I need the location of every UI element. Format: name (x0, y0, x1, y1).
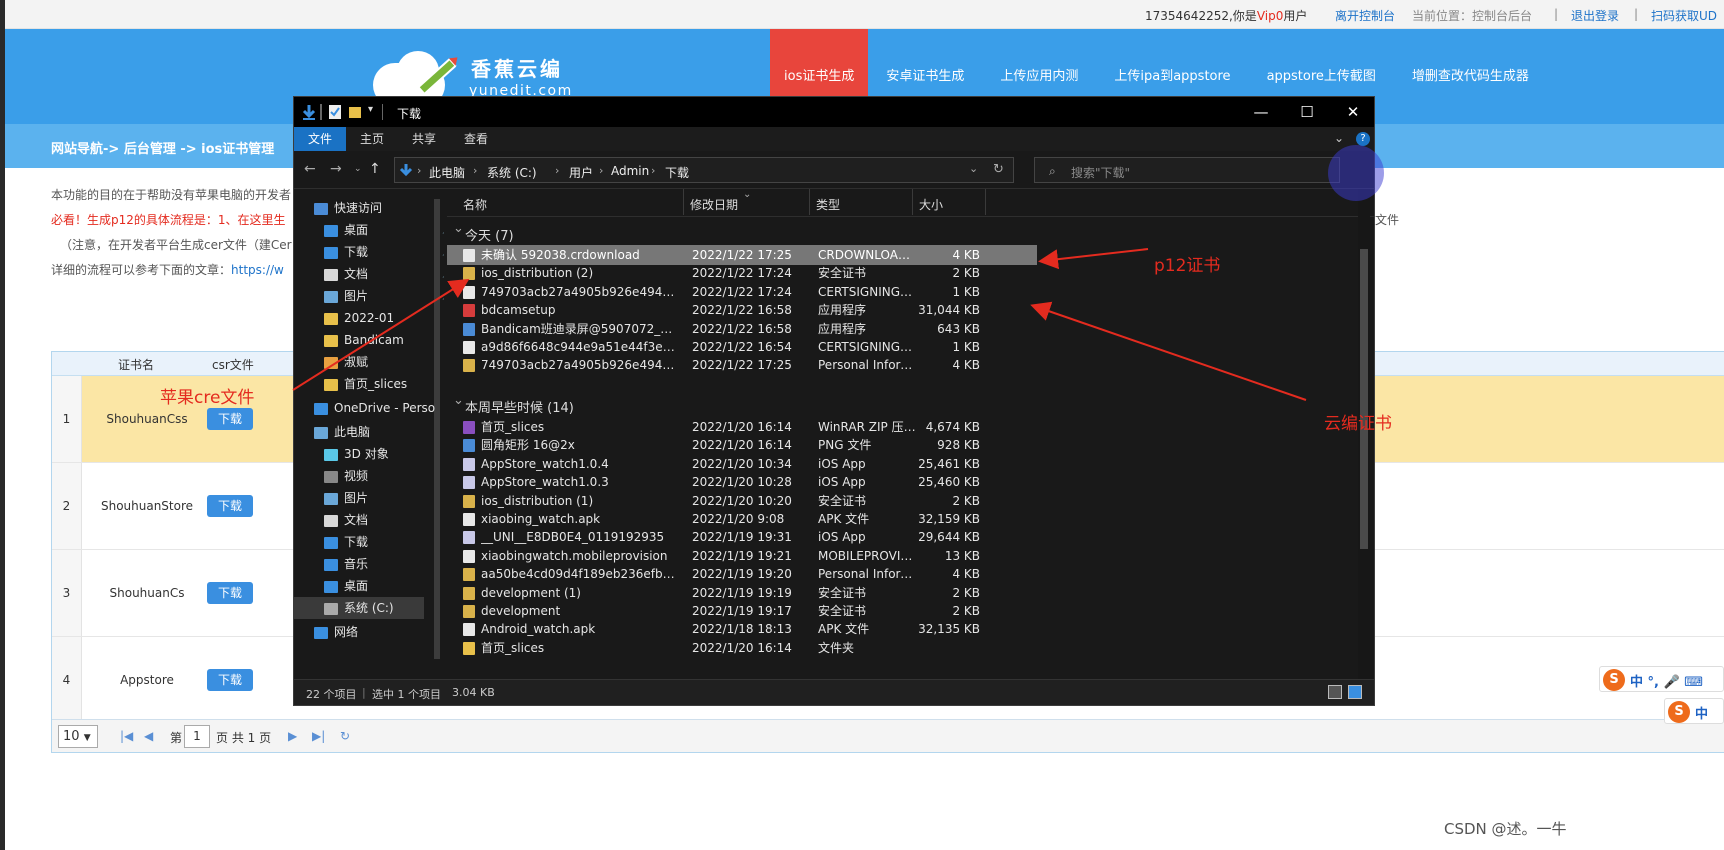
ime-status: 中 °, 🎤 ⌨ (1630, 675, 1703, 690)
arrow-cre (292, 278, 470, 391)
ime-toolbar-mini[interactable]: S 中 (1664, 698, 1724, 724)
screen: 17354642252,你是Vip0用户 离开控制台 当前位置：控制台后台 | … (0, 0, 1724, 850)
watermark: CSDN @述。一牛 (1444, 820, 1567, 838)
annotation-arrows (292, 248, 1307, 401)
arrow-p12 (1038, 248, 1149, 270)
annotation-cre: 苹果cre文件 (160, 388, 255, 408)
ime-status: 中 (1695, 707, 1709, 722)
sogou-icon: S (1668, 701, 1690, 723)
annotation-yunbian: 云编证书 (1324, 414, 1392, 434)
arrow-yunbian (1030, 301, 1307, 401)
annotation-p12: p12证书 (1154, 256, 1221, 276)
ime-toolbar[interactable]: S 中 °, 🎤 ⌨ (1599, 666, 1724, 692)
sogou-icon: S (1603, 669, 1625, 691)
